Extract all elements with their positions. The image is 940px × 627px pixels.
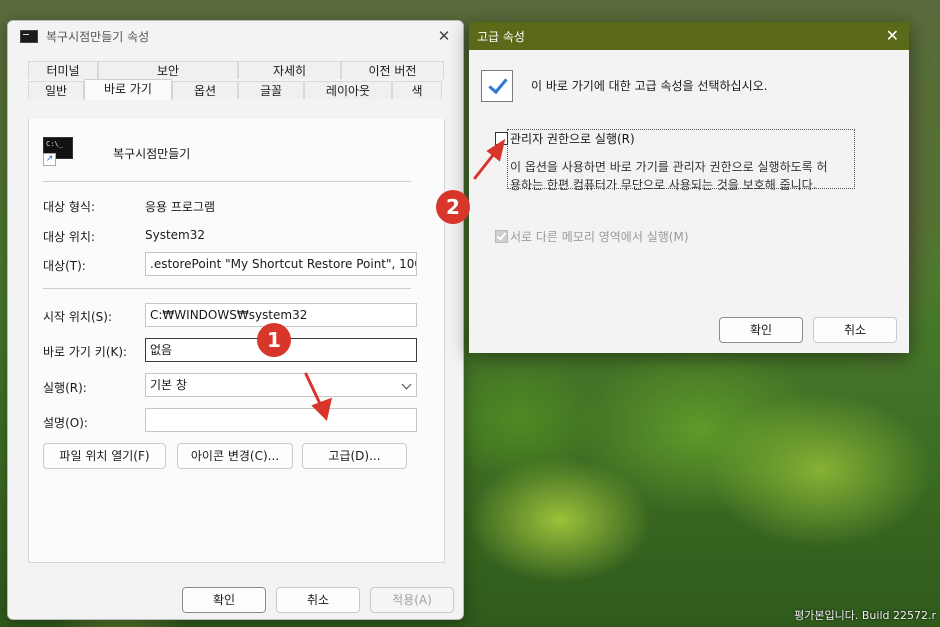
annotation-arrows [304, 138, 506, 421]
arrowhead-1 [311, 397, 333, 421]
step-2-badge: 2 [436, 190, 470, 224]
step-1-badge: 1 [257, 323, 291, 357]
